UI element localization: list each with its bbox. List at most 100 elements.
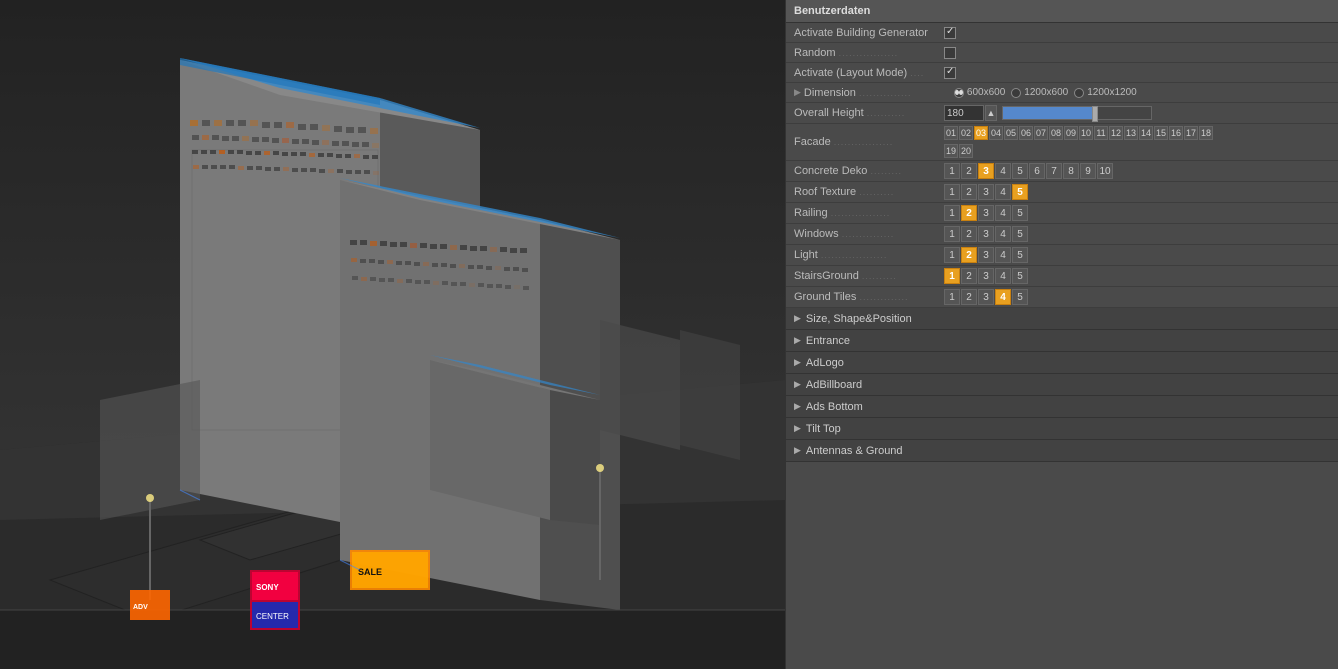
arrow-ads-bottom: ▶ — [794, 401, 801, 412]
facade-btn-07[interactable]: 07 — [1034, 126, 1048, 140]
facade-btn-06[interactable]: 06 — [1019, 126, 1033, 140]
label-ads-bottom: Ads Bottom — [806, 401, 863, 413]
facade-btn-09[interactable]: 09 — [1064, 126, 1078, 140]
checkbox-activate-building-generator[interactable] — [944, 27, 956, 39]
stairs-btn-3[interactable]: 3 — [978, 268, 994, 284]
label-windows: Windows ............... — [794, 228, 944, 240]
row-dimension: ▶ Dimension ............... 600x600 1200… — [786, 83, 1338, 103]
spin-up[interactable]: ▲ — [985, 105, 997, 121]
light-btn-2[interactable]: 2 — [961, 247, 977, 263]
facade-btn-17[interactable]: 17 — [1184, 126, 1198, 140]
checkbox-random[interactable] — [944, 47, 956, 59]
label-size-shape: Size, Shape&Position — [806, 313, 912, 325]
section-antennas-ground[interactable]: ▶ Antennas & Ground — [786, 440, 1338, 462]
roof-btn-4[interactable]: 4 — [995, 184, 1011, 200]
arrow-antennas-ground: ▶ — [794, 445, 801, 456]
section-adlogo[interactable]: ▶ AdLogo — [786, 352, 1338, 374]
light-btn-3[interactable]: 3 — [978, 247, 994, 263]
railing-btn-3[interactable]: 3 — [978, 205, 994, 221]
controls-activate-layout-mode — [944, 67, 1330, 79]
facade-btn-04[interactable]: 04 — [989, 126, 1003, 140]
radio-1200x1200[interactable]: 1200x1200 — [1074, 87, 1137, 98]
roof-btn-2[interactable]: 2 — [961, 184, 977, 200]
controls-activate-building-generator — [944, 27, 1330, 39]
facade-btn-13[interactable]: 13 — [1124, 126, 1138, 140]
concrete-btn-8[interactable]: 8 — [1063, 163, 1079, 179]
railing-btn-5[interactable]: 5 — [1012, 205, 1028, 221]
section-entrance[interactable]: ▶ Entrance — [786, 330, 1338, 352]
facade-btn-08[interactable]: 08 — [1049, 126, 1063, 140]
concrete-btn-6[interactable]: 6 — [1029, 163, 1045, 179]
concrete-btn-4[interactable]: 4 — [995, 163, 1011, 179]
roof-btn-1[interactable]: 1 — [944, 184, 960, 200]
light-btn-5[interactable]: 5 — [1012, 247, 1028, 263]
radio-label-1200x600: 1200x600 — [1024, 87, 1068, 98]
facade-btn-14[interactable]: 14 — [1139, 126, 1153, 140]
windows-btn-3[interactable]: 3 — [978, 226, 994, 242]
facade-btn-19[interactable]: 19 — [944, 144, 958, 158]
railing-btn-1[interactable]: 1 — [944, 205, 960, 221]
facade-btn-02[interactable]: 02 — [959, 126, 973, 140]
concrete-btn-3[interactable]: 3 — [978, 163, 994, 179]
height-slider-handle[interactable] — [1092, 106, 1098, 122]
windows-btn-5[interactable]: 5 — [1012, 226, 1028, 242]
railing-btn-2[interactable]: 2 — [961, 205, 977, 221]
input-overall-height[interactable] — [944, 105, 984, 121]
roof-btn-5[interactable]: 5 — [1012, 184, 1028, 200]
roof-btn-3[interactable]: 3 — [978, 184, 994, 200]
arrow-size-shape: ▶ — [794, 313, 801, 324]
panel-title: Benutzerdaten — [794, 5, 870, 17]
facade-btn-12[interactable]: 12 — [1109, 126, 1123, 140]
concrete-btn-10[interactable]: 10 — [1097, 163, 1113, 179]
label-light: Light ................... — [794, 249, 944, 261]
radio-600x600[interactable]: 600x600 — [954, 87, 1005, 98]
stairs-btn-4[interactable]: 4 — [995, 268, 1011, 284]
label-adlogo: AdLogo — [806, 357, 844, 369]
facade-btn-01[interactable]: 01 — [944, 126, 958, 140]
railing-btn-4[interactable]: 4 — [995, 205, 1011, 221]
stairs-btn-5[interactable]: 5 — [1012, 268, 1028, 284]
dimension-arrow: ▶ — [794, 87, 801, 98]
label-facade: Facade ................. — [794, 136, 944, 148]
height-slider[interactable] — [1002, 106, 1152, 120]
ground-tiles-btn-5[interactable]: 5 — [1012, 289, 1028, 305]
windows-btn-4[interactable]: 4 — [995, 226, 1011, 242]
section-size-shape[interactable]: ▶ Size, Shape&Position — [786, 308, 1338, 330]
row-stairs-ground: StairsGround .......... 1 2 3 4 5 — [786, 266, 1338, 287]
row-light: Light ................... 1 2 3 4 5 — [786, 245, 1338, 266]
windows-btn-1[interactable]: 1 — [944, 226, 960, 242]
concrete-btn-7[interactable]: 7 — [1046, 163, 1062, 179]
facade-btn-10[interactable]: 10 — [1079, 126, 1093, 140]
light-btn-1[interactable]: 1 — [944, 247, 960, 263]
section-tilt-top[interactable]: ▶ Tilt Top — [786, 418, 1338, 440]
ground-tiles-btn-3[interactable]: 3 — [978, 289, 994, 305]
checkbox-activate-layout-mode[interactable] — [944, 67, 956, 79]
radio-circle-1200x600 — [1011, 88, 1021, 98]
facade-btn-03[interactable]: 03 — [974, 126, 988, 140]
row-ground-tiles: Ground Tiles .............. 1 2 3 4 5 — [786, 287, 1338, 308]
ground-tiles-btn-1[interactable]: 1 — [944, 289, 960, 305]
label-activate-layout-mode: Activate (Layout Mode) .... — [794, 67, 944, 79]
stairs-btn-2[interactable]: 2 — [961, 268, 977, 284]
ground-tiles-btn-2[interactable]: 2 — [961, 289, 977, 305]
concrete-btn-5[interactable]: 5 — [1012, 163, 1028, 179]
concrete-btn-1[interactable]: 1 — [944, 163, 960, 179]
section-ads-bottom[interactable]: ▶ Ads Bottom — [786, 396, 1338, 418]
facade-btn-18[interactable]: 18 — [1199, 126, 1213, 140]
facade-btn-05[interactable]: 05 — [1004, 126, 1018, 140]
facade-btn-16[interactable]: 16 — [1169, 126, 1183, 140]
section-adbillboard[interactable]: ▶ AdBillboard — [786, 374, 1338, 396]
label-antennas-ground: Antennas & Ground — [806, 445, 903, 457]
facade-btn-20[interactable]: 20 — [959, 144, 973, 158]
radio-1200x600[interactable]: 1200x600 — [1011, 87, 1068, 98]
facade-btn-11[interactable]: 11 — [1094, 126, 1108, 140]
windows-btn-2[interactable]: 2 — [961, 226, 977, 242]
label-roof-texture: Roof Texture .......... — [794, 186, 944, 198]
facade-btn-15[interactable]: 15 — [1154, 126, 1168, 140]
controls-roof-texture: 1 2 3 4 5 — [944, 184, 1330, 200]
light-btn-4[interactable]: 4 — [995, 247, 1011, 263]
ground-tiles-btn-4[interactable]: 4 — [995, 289, 1011, 305]
stairs-btn-1[interactable]: 1 — [944, 268, 960, 284]
concrete-btn-2[interactable]: 2 — [961, 163, 977, 179]
concrete-btn-9[interactable]: 9 — [1080, 163, 1096, 179]
